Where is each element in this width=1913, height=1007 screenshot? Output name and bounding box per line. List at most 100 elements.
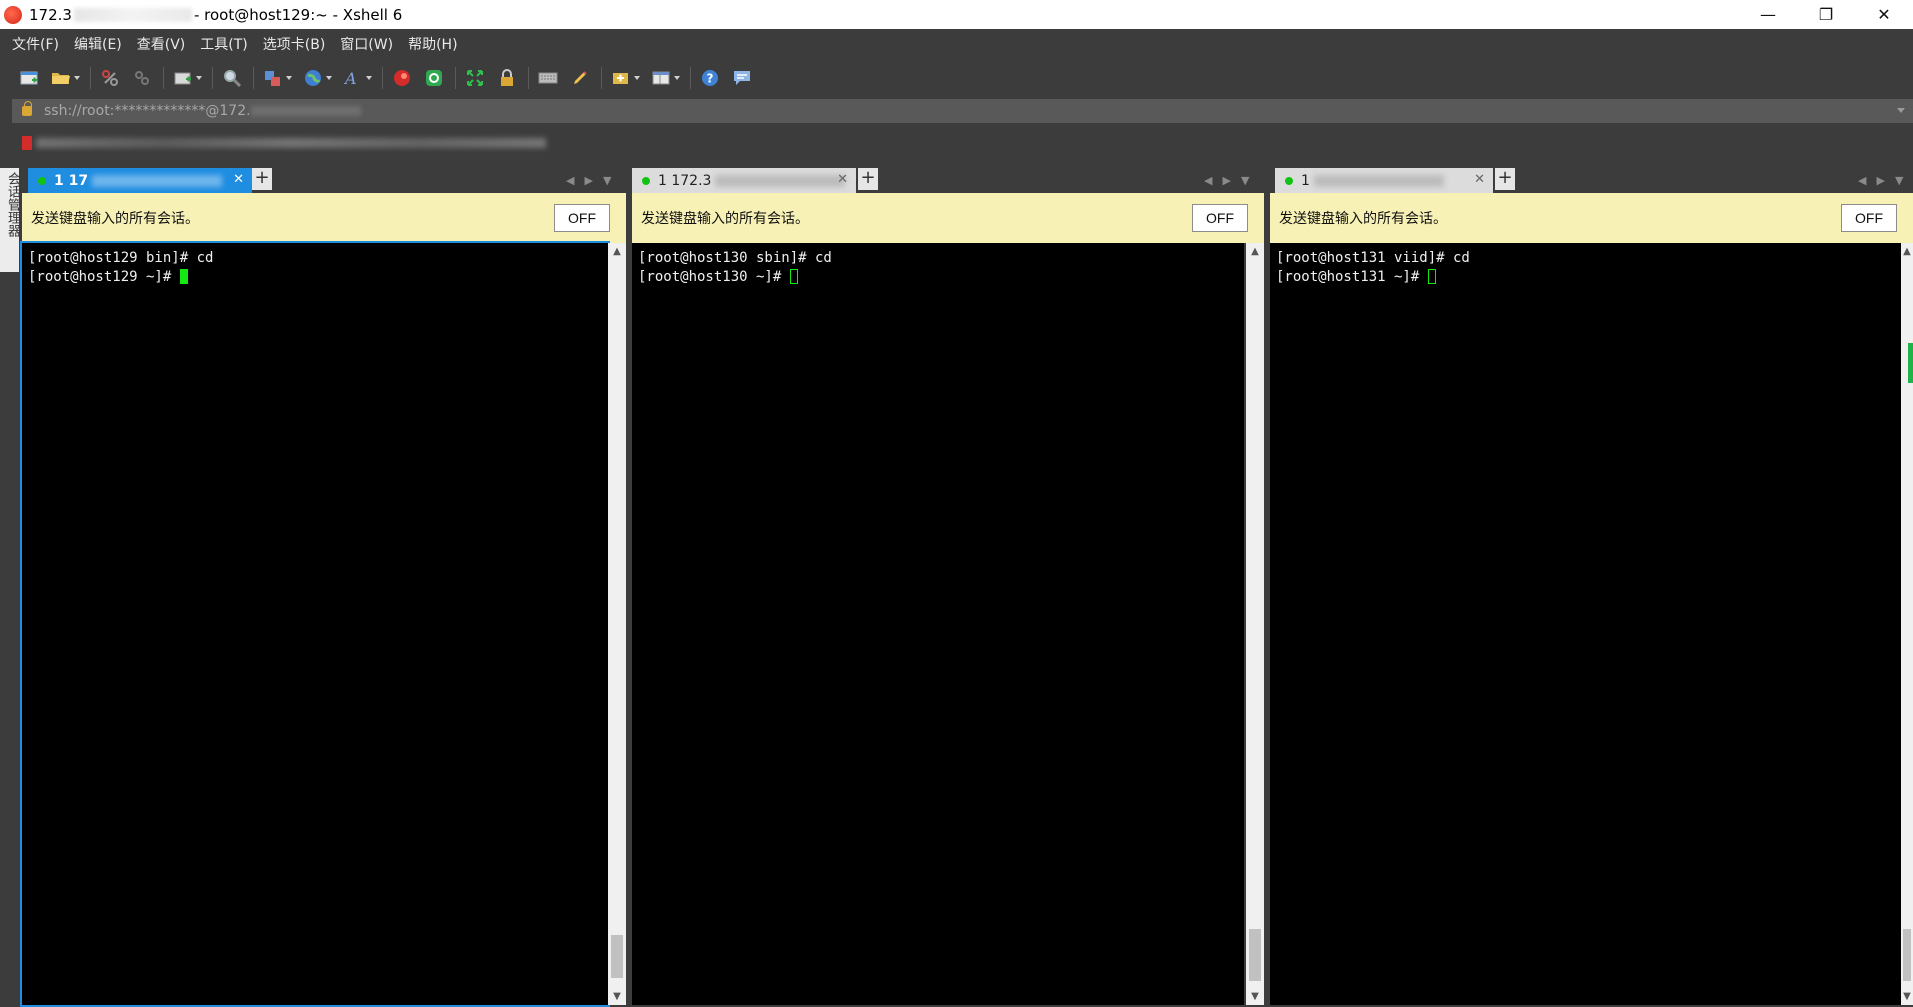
lock-icon[interactable] [496, 67, 518, 89]
disconnect-icon[interactable] [131, 67, 153, 89]
tab-next-icon[interactable]: ▶ [1876, 174, 1884, 187]
close-tab-icon[interactable]: ✕ [1474, 172, 1485, 187]
fullscreen-icon[interactable] [464, 67, 486, 89]
tab-prev-icon[interactable]: ◀ [566, 174, 574, 187]
help-icon[interactable]: ? [699, 67, 721, 89]
broadcast-off-button[interactable]: OFF [554, 204, 610, 232]
toolbar: A ? [0, 59, 1913, 97]
tab-nav: ◀ ▶ ▼ [1204, 174, 1259, 187]
menu-edit[interactable]: 编辑(E) [74, 34, 122, 54]
terminal-line: [root@host130 sbin]# cd [638, 250, 832, 266]
redacted-blur [250, 106, 361, 116]
scroll-down-icon[interactable]: ▼ [1901, 988, 1913, 1005]
layout-icon[interactable] [650, 67, 680, 89]
scroll-thumb[interactable] [1903, 929, 1911, 981]
tab-list-icon[interactable]: ▼ [1895, 174, 1903, 187]
tab-next-icon[interactable]: ▶ [1222, 174, 1230, 187]
bookmark-icon[interactable] [22, 136, 32, 150]
address-bar[interactable]: ssh://root:*************@172. [12, 99, 1913, 123]
redacted-blur [715, 174, 846, 187]
broadcast-off-button[interactable]: OFF [1841, 204, 1897, 232]
session-manager-label: 会话管理器 [5, 172, 20, 237]
scroll-up-icon[interactable]: ▲ [608, 243, 626, 260]
prompt-text: [root@host130 ~]# [638, 269, 790, 285]
session-pane-3: 1 ✕ + ◀ ▶ ▼ 发送键盘输入的所有会话。 OFF [root@host1… [1270, 165, 1913, 1005]
add-tab-button[interactable]: + [858, 168, 878, 190]
scroll-thumb[interactable] [611, 935, 623, 978]
close-window-button[interactable]: ✕ [1855, 0, 1913, 29]
menu-tabs[interactable]: 选项卡(B) [263, 34, 326, 54]
broadcast-message: 发送键盘输入的所有会话。 [641, 211, 809, 227]
xftp-icon[interactable] [391, 67, 413, 89]
scroll-down-icon[interactable]: ▼ [608, 988, 626, 1005]
terminal-line: [root@host129 bin]# cd [28, 250, 214, 266]
terminal[interactable]: [root@host131 viid]# cd [root@host131 ~]… [1270, 243, 1901, 1005]
window-title-suffix: - root@host129:~ - Xshell 6 [193, 5, 403, 24]
globe-icon[interactable] [302, 67, 332, 89]
terminal-scrollbar[interactable]: ▲ ▼ [1901, 243, 1913, 1005]
tab-strip: 1 17 ✕ + ◀ ▶ ▼ [22, 165, 626, 193]
session-tab[interactable]: 1 172.3 ✕ [632, 168, 856, 193]
terminal-scrollbar[interactable]: ▲ ▼ [1246, 243, 1264, 1005]
add-tab-button[interactable]: + [252, 168, 272, 190]
restore-button[interactable]: ❐ [1797, 0, 1855, 29]
session-pane-1: 1 17 ✕ + ◀ ▶ ▼ 发送键盘输入的所有会话。 OFF [root@ho… [20, 165, 626, 1007]
session-manager-strip[interactable]: 会话管理器 [0, 168, 20, 272]
new-session-icon[interactable] [18, 67, 40, 89]
session-tab[interactable]: 1 17 ✕ [28, 168, 252, 193]
links-bar [12, 131, 1913, 155]
window-controls: — ❐ ✕ [1739, 0, 1913, 29]
scroll-up-icon[interactable]: ▲ [1246, 243, 1264, 260]
chat-icon[interactable] [731, 67, 753, 89]
terminal-line: [root@host131 viid]# cd [1276, 250, 1470, 266]
menu-file[interactable]: 文件(F) [12, 34, 59, 54]
xmanager-icon[interactable] [423, 67, 445, 89]
address-dropdown-icon[interactable] [1897, 108, 1905, 113]
terminal-scrollbar[interactable]: ▲ ▼ [608, 243, 626, 1005]
redacted-blur [73, 8, 192, 22]
menu-view[interactable]: 查看(V) [137, 34, 186, 54]
find-icon[interactable] [221, 67, 243, 89]
svg-text:?: ? [707, 72, 714, 86]
redacted-blur [92, 174, 223, 187]
tab-list-icon[interactable]: ▼ [603, 174, 611, 187]
tab-list-icon[interactable]: ▼ [1241, 174, 1249, 187]
xshell-app-icon [4, 5, 22, 24]
window-title-prefix: 172.3 [29, 5, 72, 24]
terminal[interactable]: [root@host130 sbin]# cd [root@host130 ~]… [632, 243, 1244, 1005]
tab-next-icon[interactable]: ▶ [584, 174, 592, 187]
tab-label: 1 17 [54, 172, 89, 189]
close-tab-icon[interactable]: ✕ [233, 172, 244, 187]
keyboard-icon[interactable] [537, 67, 559, 89]
terminal[interactable]: [root@host129 bin]# cd [root@host129 ~]# [20, 241, 610, 1007]
toolbar-separator [528, 67, 529, 89]
broadcast-off-button[interactable]: OFF [1192, 204, 1248, 232]
terminal-cursor [789, 269, 798, 284]
scroll-down-icon[interactable]: ▼ [1246, 988, 1264, 1005]
font-icon[interactable]: A [342, 67, 372, 89]
terminal-prompt-line: [root@host129 ~]# [22, 268, 608, 287]
open-folder-icon[interactable] [50, 67, 80, 89]
tab-prev-icon[interactable]: ◀ [1858, 174, 1866, 187]
menu-tools[interactable]: 工具(T) [200, 34, 247, 54]
tab-label: 1 172.3 [658, 172, 712, 189]
compose-icon[interactable] [610, 67, 640, 89]
menu-help[interactable]: 帮助(H) [408, 34, 457, 54]
connected-dot-icon [1285, 176, 1293, 185]
new-tab-icon[interactable] [172, 67, 202, 89]
highlight-icon[interactable] [569, 67, 591, 89]
close-tab-icon[interactable]: ✕ [837, 172, 848, 187]
connected-dot-icon [38, 176, 46, 185]
minimize-button[interactable]: — [1739, 0, 1797, 29]
toolbar-separator [90, 67, 91, 89]
address-text: ssh://root:*************@172. [44, 103, 251, 119]
tab-prev-icon[interactable]: ◀ [1204, 174, 1212, 187]
menu-window[interactable]: 窗口(W) [340, 34, 393, 54]
session-tab[interactable]: 1 ✕ [1275, 168, 1493, 193]
connect-icon[interactable] [99, 67, 121, 89]
scroll-up-icon[interactable]: ▲ [1901, 243, 1913, 260]
scroll-thumb[interactable] [1249, 929, 1261, 981]
toolbar-separator [382, 67, 383, 89]
transfer-icon[interactable] [262, 67, 292, 89]
add-tab-button[interactable]: + [1495, 168, 1515, 190]
